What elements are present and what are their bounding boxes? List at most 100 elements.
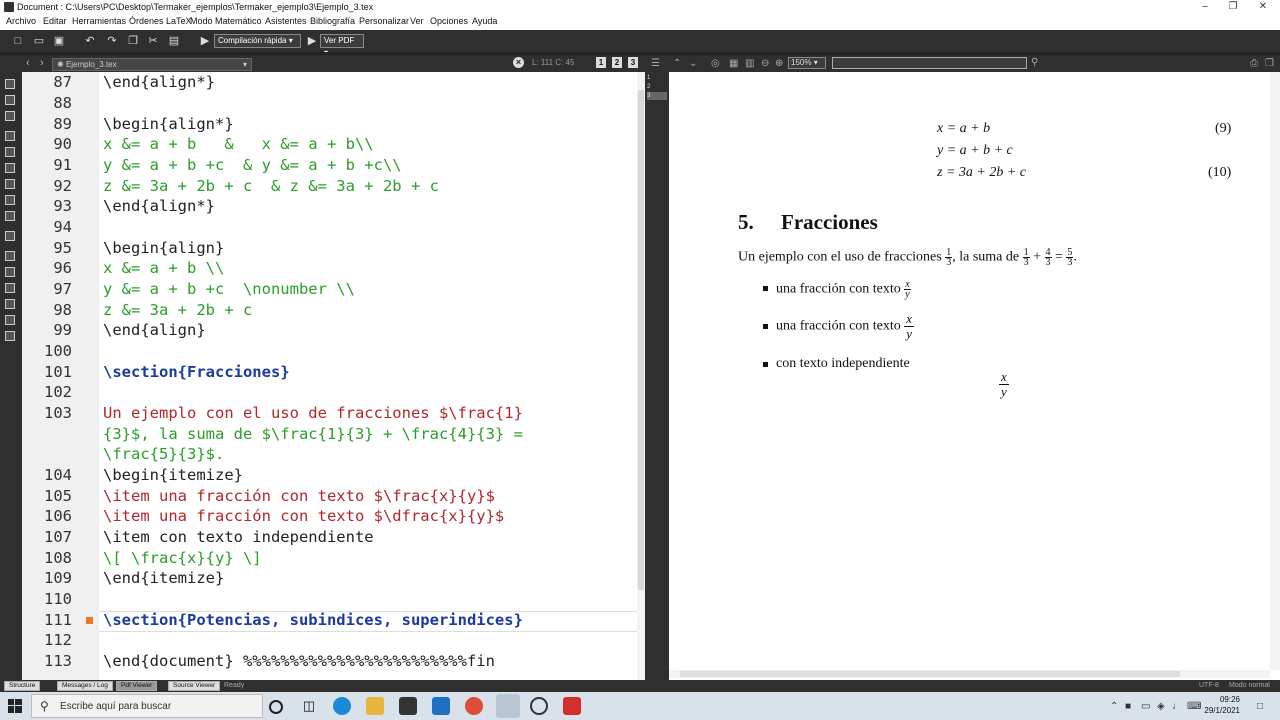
sidebar-align-right-icon[interactable] <box>5 211 15 221</box>
sidebar-fraction-icon[interactable] <box>5 283 15 293</box>
menu-archivo[interactable]: Archivo <box>6 14 36 29</box>
source-viewer-button[interactable]: Source Viewer <box>168 681 221 691</box>
view-2-button[interactable]: 2 <box>612 57 622 68</box>
pdf-print-icon[interactable]: ⎙ <box>1250 58 1258 69</box>
cut-icon[interactable]: ✂ <box>147 35 159 47</box>
compile-select-label: Compilación rápida <box>218 36 287 45</box>
sidebar-align-left-icon[interactable] <box>5 179 15 189</box>
sidebar-relation-icon[interactable] <box>5 95 15 105</box>
sidebar-bold-icon[interactable] <box>5 131 15 141</box>
menu-asistentes[interactable]: Asistentes <box>265 14 307 29</box>
sidebar-align-center-icon[interactable] <box>5 195 15 205</box>
page-thumb-current[interactable]: 3 <box>647 92 667 100</box>
sidebar-sqrt-icon[interactable] <box>5 299 15 309</box>
minimize-button[interactable]: – <box>1190 0 1220 14</box>
tray-wifi-icon[interactable]: ◈ <box>1157 702 1165 712</box>
title-bar: Document : C:\Users\PC\Desktop\Termaker_… <box>0 0 1280 14</box>
menu-ayuda[interactable]: Ayuda <box>472 14 497 29</box>
menu-ver[interactable]: Ver <box>410 14 424 29</box>
pdf-sync-icon[interactable]: ◎ <box>711 58 720 69</box>
compile-select[interactable]: Compilación rápida ▾ <box>214 34 301 48</box>
close-tab-icon[interactable]: × <box>513 57 524 68</box>
menu-editar[interactable]: Editar <box>43 14 67 29</box>
open-folder-icon[interactable]: ▭ <box>33 35 45 47</box>
view-3-button[interactable]: 3 <box>628 57 638 68</box>
mode-label[interactable]: Modo normal <box>1229 681 1270 691</box>
view-1-button[interactable]: 1 <box>596 57 606 68</box>
line-number: 112 <box>44 631 72 649</box>
sidebar-arrows-icon[interactable] <box>5 111 15 121</box>
menu-bibliografia[interactable]: Bibliografía <box>310 14 355 29</box>
tray-chevron-icon[interactable]: ⌃ <box>1110 702 1118 712</box>
mail-icon[interactable] <box>432 697 450 715</box>
menu-ordenes-latex[interactable]: Órdenes LaTeX <box>129 14 192 29</box>
pdf-search-input[interactable] <box>832 57 1027 69</box>
page-thumb[interactable]: 1 <box>647 74 667 82</box>
taskbar-search-box[interactable]: ⚲ Escribe aquí para buscar <box>31 694 263 718</box>
sidebar-function-icon[interactable] <box>5 331 15 341</box>
menu-herramientas[interactable]: Herramientas <box>72 14 126 29</box>
notification-icon[interactable]: □ <box>1257 702 1263 712</box>
compile-run-icon[interactable]: ▶ <box>199 35 211 47</box>
sidebar-return-icon[interactable] <box>5 231 15 241</box>
sidebar-subscript-icon[interactable] <box>5 267 15 277</box>
pdf-fit-width-icon[interactable]: ▥ <box>745 58 754 69</box>
paste-icon[interactable]: ▤ <box>168 35 180 47</box>
view-run-icon[interactable]: ▶ <box>306 35 318 47</box>
cortana-icon[interactable] <box>269 700 283 714</box>
line-marker[interactable] <box>86 617 93 624</box>
sidebar-italic-icon[interactable] <box>5 147 15 157</box>
sidebar-left-right-icon[interactable] <box>5 315 15 325</box>
structure-button[interactable]: Structure <box>4 681 41 691</box>
acrobat-icon[interactable] <box>563 697 581 715</box>
pdf-menu-icon[interactable]: ☰ <box>651 58 660 69</box>
editor-scrollbar-thumb[interactable] <box>638 90 644 590</box>
copy-icon[interactable]: ❐ <box>127 35 139 47</box>
new-file-icon[interactable]: □ <box>12 35 24 47</box>
pdf-horizontal-scrollbar-thumb[interactable] <box>680 671 1180 677</box>
sidebar-emph-icon[interactable] <box>5 163 15 173</box>
pdf-search-icon[interactable]: ⚲ <box>1031 57 1038 68</box>
page-thumb[interactable]: 2 <box>647 83 667 91</box>
prev-tab-icon[interactable]: ‹ <box>26 57 30 69</box>
pdf-down-icon[interactable]: ⌄ <box>689 58 697 69</box>
tray-network-icon[interactable]: ■ <box>1125 702 1131 712</box>
save-icon[interactable]: ▣ <box>53 35 65 47</box>
file-tab[interactable]: ✺ Ejemplo_3.tex ▾ <box>52 58 252 71</box>
menu-opciones[interactable]: Opciones <box>430 14 468 29</box>
pdf-external-icon[interactable]: ❐ <box>1265 58 1274 69</box>
sidebar-structure-icon[interactable] <box>5 79 15 89</box>
tab-dropdown-icon[interactable]: ▾ <box>243 59 247 70</box>
pdf-page-strip[interactable]: 1 2 3 <box>645 72 669 680</box>
pdf-viewer[interactable] <box>669 72 1270 670</box>
tray-battery-icon[interactable]: ▭ <box>1141 702 1150 712</box>
undo-icon[interactable]: ↶ <box>84 35 96 47</box>
tray-volume-icon[interactable]: ♩ <box>1172 702 1182 712</box>
chrome-icon[interactable] <box>465 697 483 715</box>
taskbar-clock[interactable]: 09:26 29/1/2021 <box>1200 694 1240 716</box>
pdf-zoom-in-icon[interactable]: ⊕ <box>775 58 783 69</box>
windows-start-icon[interactable] <box>8 699 22 713</box>
messages-log-button[interactable]: Messages / Log <box>57 681 113 691</box>
edge-icon[interactable] <box>333 697 351 715</box>
sidebar-math-icon[interactable] <box>5 251 15 261</box>
pdf-fit-icon[interactable]: ▦ <box>729 58 738 69</box>
menu-modo-matematico[interactable]: Modo Matemático <box>190 14 262 29</box>
close-window-button[interactable]: ✕ <box>1248 0 1278 14</box>
zoom-select[interactable]: 150% ▾ <box>788 57 826 69</box>
pdf-zoom-out-icon[interactable]: ⊖ <box>761 58 769 69</box>
encoding-label[interactable]: UTF-8 <box>1199 681 1219 691</box>
app-icon-taskbar[interactable] <box>530 697 548 715</box>
pdf-up-icon[interactable]: ⌃ <box>673 58 681 69</box>
next-tab-icon[interactable]: › <box>40 57 44 69</box>
redo-icon[interactable]: ↷ <box>106 35 118 47</box>
pdf-viewer-button[interactable]: Pdf Viewer <box>116 681 158 691</box>
texmaker-icon[interactable] <box>496 694 520 718</box>
view-select[interactable]: Ver PDF ▾ <box>320 34 364 57</box>
store-icon[interactable] <box>399 697 417 715</box>
file-explorer-icon[interactable] <box>366 697 384 715</box>
menu-personalizar[interactable]: Personalizar <box>359 14 409 29</box>
maximize-button[interactable]: ❐ <box>1218 0 1248 14</box>
pdf-vertical-scrollbar[interactable] <box>1270 72 1280 670</box>
task-view-icon[interactable]: ◫ <box>300 697 318 715</box>
